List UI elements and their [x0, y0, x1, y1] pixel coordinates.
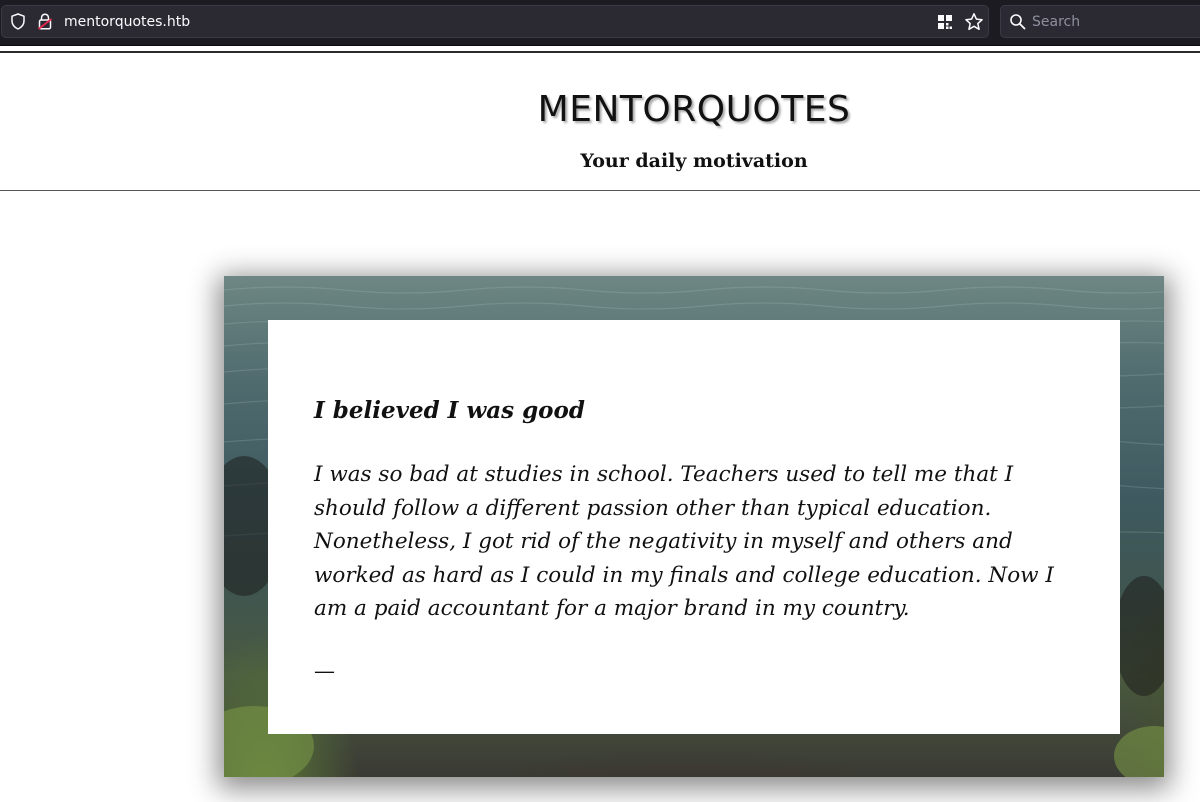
site-subtitle: Your daily motivation: [580, 150, 808, 172]
bookmark-star-icon[interactable]: [964, 12, 984, 32]
site-title: MENTORQUOTES: [537, 89, 851, 130]
chrome-divider: [0, 45, 1200, 46]
header-bottom-rule: [0, 190, 1200, 191]
quote-title: I believed I was good: [314, 397, 585, 424]
address-bar[interactable]: mentorquotes.htb: [1, 5, 989, 38]
qr-code-icon[interactable]: [936, 13, 954, 31]
browser-toolbar: mentorquotes.htb Search: [0, 0, 1200, 45]
quote-card: I believed I was good I was so bad at st…: [268, 320, 1120, 734]
header-top-rule: [0, 51, 1200, 53]
search-icon: [1010, 14, 1026, 30]
quote-attribution: —: [314, 659, 335, 683]
quote-body: I was so bad at studies in school. Teach…: [314, 462, 1054, 621]
shield-icon[interactable]: [10, 13, 26, 30]
search-placeholder[interactable]: Search: [1032, 13, 1080, 31]
lock-icon[interactable]: [38, 13, 52, 30]
url-text[interactable]: mentorquotes.htb: [64, 13, 190, 31]
search-bar[interactable]: Search: [1000, 5, 1200, 38]
